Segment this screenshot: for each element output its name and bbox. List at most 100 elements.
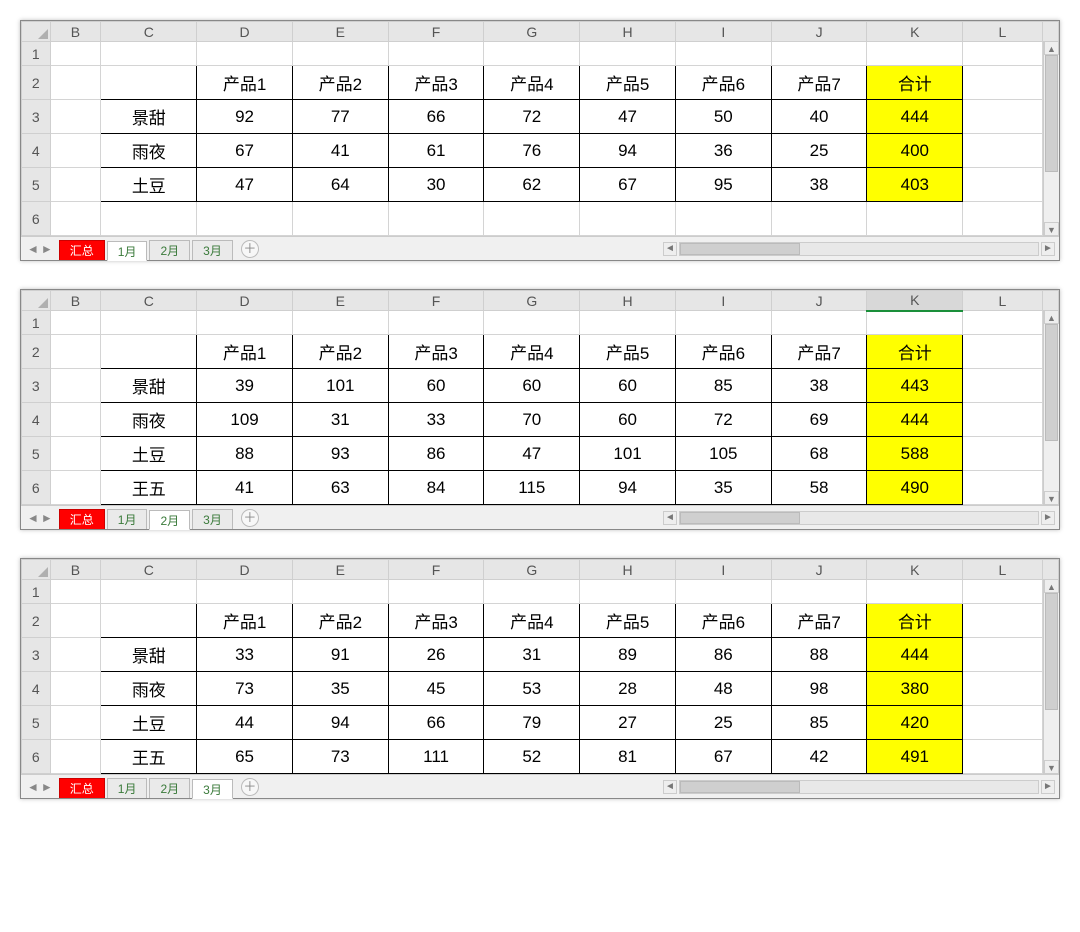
column-header-G[interactable]: G — [484, 560, 580, 580]
cell-B4[interactable] — [50, 403, 101, 437]
cell-I5[interactable]: 25 — [675, 706, 771, 740]
row-header-2[interactable]: 2 — [22, 604, 51, 638]
cell-D1[interactable] — [197, 580, 293, 604]
spreadsheet-grid[interactable]: BCDEFGHIJKL12产品1产品2产品3产品4产品5产品6产品7合计3景甜3… — [21, 290, 1059, 505]
cell-J1[interactable] — [771, 42, 867, 66]
cell-F5[interactable]: 86 — [388, 437, 484, 471]
cell-J6[interactable] — [771, 202, 867, 236]
new-sheet-button[interactable]: ＋ — [241, 509, 259, 527]
cell-K3[interactable]: 444 — [867, 638, 963, 672]
horizontal-scrollbar[interactable]: ◄► — [663, 511, 1059, 525]
cell-H3[interactable]: 89 — [580, 638, 676, 672]
column-header-I[interactable]: I — [675, 560, 771, 580]
vertical-scrollbar[interactable]: ▲▼ — [1043, 41, 1059, 236]
cell-G4[interactable]: 53 — [484, 672, 580, 706]
sheet-tab-m2[interactable]: 2月 — [149, 778, 190, 798]
spreadsheet-grid[interactable]: BCDEFGHIJKL12产品1产品2产品3产品4产品5产品6产品7合计3景甜9… — [21, 21, 1059, 236]
scroll-down-icon[interactable]: ▼ — [1044, 491, 1059, 505]
cell-I6[interactable]: 35 — [675, 471, 771, 505]
row-header-6[interactable]: 6 — [22, 202, 51, 236]
cell-L6[interactable] — [963, 471, 1042, 505]
cell-C3[interactable]: 景甜 — [101, 369, 197, 403]
cell-J5[interactable]: 85 — [771, 706, 867, 740]
cell-I2[interactable]: 产品6 — [675, 335, 771, 369]
cell-I6[interactable] — [675, 202, 771, 236]
cell-E5[interactable]: 93 — [292, 437, 388, 471]
cell-F2[interactable]: 产品3 — [388, 335, 484, 369]
column-header-D[interactable]: D — [197, 560, 293, 580]
cell-L5[interactable] — [963, 437, 1042, 471]
column-header-D[interactable]: D — [197, 291, 293, 311]
cell-G5[interactable]: 79 — [484, 706, 580, 740]
cell-L5[interactable] — [963, 168, 1042, 202]
column-header-K[interactable]: K — [867, 22, 963, 42]
cell-J2[interactable]: 产品7 — [771, 335, 867, 369]
cell-D3[interactable]: 39 — [197, 369, 293, 403]
cell-D6[interactable]: 65 — [197, 740, 293, 774]
cell-F3[interactable]: 60 — [388, 369, 484, 403]
cell-C4[interactable]: 雨夜 — [101, 134, 197, 168]
column-header-D[interactable]: D — [197, 22, 293, 42]
column-header-F[interactable]: F — [388, 560, 484, 580]
tab-nav-arrows[interactable]: ◄► — [21, 511, 59, 525]
cell-E6[interactable] — [292, 202, 388, 236]
cell-J3[interactable]: 88 — [771, 638, 867, 672]
column-header-J[interactable]: J — [771, 22, 867, 42]
cell-I3[interactable]: 86 — [675, 638, 771, 672]
column-header-J[interactable]: J — [771, 560, 867, 580]
cell-F1[interactable] — [388, 42, 484, 66]
cell-I5[interactable]: 95 — [675, 168, 771, 202]
cell-J4[interactable]: 98 — [771, 672, 867, 706]
cell-E2[interactable]: 产品2 — [292, 335, 388, 369]
cell-J3[interactable]: 40 — [771, 100, 867, 134]
row-header-6[interactable]: 6 — [22, 471, 51, 505]
column-header-I[interactable]: I — [675, 22, 771, 42]
cell-I4[interactable]: 36 — [675, 134, 771, 168]
cell-J2[interactable]: 产品7 — [771, 66, 867, 100]
cell-F2[interactable]: 产品3 — [388, 66, 484, 100]
cell-H1[interactable] — [580, 42, 676, 66]
cell-F4[interactable]: 61 — [388, 134, 484, 168]
cell-F6[interactable]: 111 — [388, 740, 484, 774]
select-all-corner[interactable] — [22, 560, 51, 580]
column-header-B[interactable]: B — [50, 560, 101, 580]
vertical-scrollbar[interactable]: ▲▼ — [1043, 310, 1059, 505]
sheet-tab-m1[interactable]: 1月 — [107, 778, 148, 798]
cell-B3[interactable] — [50, 100, 101, 134]
cell-K4[interactable]: 444 — [867, 403, 963, 437]
scroll-thumb[interactable] — [1045, 324, 1058, 441]
cell-B5[interactable] — [50, 706, 101, 740]
cell-F1[interactable] — [388, 311, 484, 335]
scroll-track[interactable] — [679, 242, 1039, 256]
cell-K1[interactable] — [867, 580, 963, 604]
cell-H4[interactable]: 94 — [580, 134, 676, 168]
cell-F5[interactable]: 66 — [388, 706, 484, 740]
row-header-4[interactable]: 4 — [22, 403, 51, 437]
cell-C1[interactable] — [101, 311, 197, 335]
cell-G5[interactable]: 62 — [484, 168, 580, 202]
cell-L2[interactable] — [963, 66, 1042, 100]
cell-E2[interactable]: 产品2 — [292, 604, 388, 638]
cell-L3[interactable] — [963, 100, 1042, 134]
row-header-5[interactable]: 5 — [22, 168, 51, 202]
horizontal-scrollbar[interactable]: ◄► — [663, 780, 1059, 794]
cell-E3[interactable]: 91 — [292, 638, 388, 672]
cell-C1[interactable] — [101, 580, 197, 604]
cell-E2[interactable]: 产品2 — [292, 66, 388, 100]
cell-D4[interactable]: 109 — [197, 403, 293, 437]
column-header-I[interactable]: I — [675, 291, 771, 311]
column-header-G[interactable]: G — [484, 22, 580, 42]
cell-K2[interactable]: 合计 — [867, 66, 963, 100]
sheet-tab-m3[interactable]: 3月 — [192, 509, 233, 529]
cell-F5[interactable]: 30 — [388, 168, 484, 202]
cell-B2[interactable] — [50, 335, 101, 369]
column-header-F[interactable]: F — [388, 22, 484, 42]
cell-F2[interactable]: 产品3 — [388, 604, 484, 638]
cell-F4[interactable]: 45 — [388, 672, 484, 706]
cell-G5[interactable]: 47 — [484, 437, 580, 471]
cell-H1[interactable] — [580, 580, 676, 604]
scroll-up-icon[interactable]: ▲ — [1044, 579, 1059, 593]
cell-F3[interactable]: 26 — [388, 638, 484, 672]
scroll-thumb[interactable] — [680, 512, 800, 524]
scroll-up-icon[interactable]: ▲ — [1044, 310, 1059, 324]
